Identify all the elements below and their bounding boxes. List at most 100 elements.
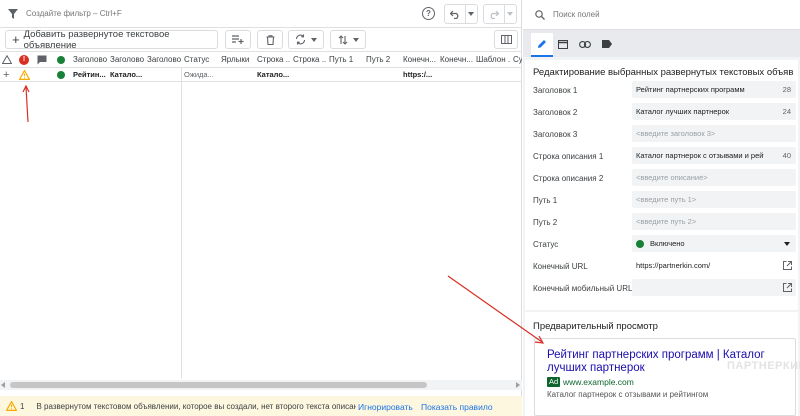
path-1-field[interactable]: <введите путь 1> — [632, 191, 796, 208]
annotation-arrow-up — [22, 84, 30, 123]
chevron-down-icon — [468, 12, 475, 16]
scroll-right-icon[interactable] — [516, 382, 520, 388]
path-1-placeholder: <введите путь 1> — [636, 195, 697, 204]
header-labels[interactable]: Ярлыки — [218, 52, 254, 67]
filter-input[interactable] — [26, 9, 406, 18]
browser-icon — [558, 39, 568, 49]
error-icon: ! — [19, 54, 29, 65]
headline-2-field[interactable]: Каталог лучших партнерок 24 — [632, 103, 796, 120]
header-description-1[interactable]: Строка ... — [254, 52, 290, 67]
scroll-left-icon[interactable] — [1, 382, 5, 388]
redo-menu-button[interactable] — [505, 5, 516, 23]
trash-icon — [266, 34, 274, 45]
undo-button[interactable] — [445, 5, 465, 23]
header-final-mobile-url[interactable]: Конечн... — [437, 52, 473, 67]
replace-button[interactable] — [288, 30, 324, 49]
field-label: Строка описания 2 — [533, 174, 604, 183]
help-button[interactable]: ? — [422, 7, 435, 20]
comment-icon — [37, 55, 47, 64]
grid-header: ! Заголовок 1 Заголовок 2 Заголовок 3 Ст… — [0, 52, 522, 68]
comment-column-header[interactable] — [34, 52, 54, 67]
cell-final-url[interactable]: https:/... — [400, 68, 437, 81]
final-url-field[interactable]: https://partnerkin.com/ — [632, 257, 796, 274]
label-icon — [602, 40, 612, 48]
description-2-placeholder: <введите описание> — [636, 173, 708, 182]
undo-menu-button[interactable] — [466, 5, 477, 23]
sort-button[interactable] — [330, 30, 366, 49]
scrollbar-thumb[interactable] — [10, 382, 427, 388]
replace-icon — [295, 34, 306, 45]
header-suffix[interactable]: Суф — [510, 52, 522, 67]
add-expanded-text-ad-button[interactable]: + Добавить развернутое текстовое объявле… — [5, 29, 218, 51]
field-search-input[interactable] — [553, 10, 773, 19]
status-value: Включено — [650, 239, 685, 248]
playlist-add-button[interactable] — [225, 30, 251, 49]
redo-icon — [490, 10, 499, 19]
header-status[interactable]: Статус — [181, 52, 218, 67]
header-path-1[interactable]: Путь 1 — [326, 52, 363, 67]
grid-toolbar: + Добавить развернутое текстовое объявле… — [0, 28, 522, 52]
header-description-2[interactable]: Строка ... — [290, 52, 326, 67]
open-in-new-icon[interactable] — [783, 283, 792, 292]
warning-message: В развернутом текстовом объявлении, кото… — [36, 401, 357, 411]
ad-preview-card: Рейтинг партнерских программ | Каталог л… — [534, 338, 796, 416]
headline-2-value: Каталог лучших партнерок — [636, 107, 730, 116]
undo-icon — [449, 10, 459, 19]
filter-icon[interactable] — [8, 8, 18, 19]
cell-headline-1[interactable]: Рейтин... — [70, 68, 107, 81]
char-count: 24 — [782, 107, 791, 116]
status-dot-icon — [636, 239, 644, 248]
chevron-down-icon — [507, 12, 514, 16]
cell-status[interactable]: Ожида... — [181, 68, 218, 81]
tab-labels[interactable] — [597, 34, 617, 54]
grid-pane: ? + Добавить развернутое текстовое объяв… — [0, 0, 522, 416]
show-rule-link[interactable]: Показать правило — [421, 402, 493, 412]
chevron-down-icon — [784, 242, 790, 246]
redo-button[interactable] — [484, 5, 504, 23]
undo-group — [444, 4, 478, 24]
header-headline-3[interactable]: Заголовок 3 — [144, 52, 181, 67]
field-label: Заголовок 2 — [533, 108, 578, 117]
cell-description-1[interactable]: Катало... — [254, 68, 290, 81]
preview-title: Предварительный просмотр — [533, 321, 658, 332]
mobile-url-field[interactable] — [632, 279, 796, 296]
chevron-down-icon — [311, 37, 317, 42]
ignore-link[interactable]: Игнорировать — [358, 402, 413, 412]
header-headline-2[interactable]: Заголовок 2 — [107, 52, 144, 67]
columns-button[interactable] — [494, 30, 518, 49]
tab-preview[interactable] — [553, 34, 573, 54]
ad-description: Каталог партнерок с отзывами и рейтингом — [547, 390, 709, 399]
add-row-icon[interactable]: + — [0, 68, 16, 81]
row-status-cell — [54, 68, 70, 81]
header-path-2[interactable]: Путь 2 — [363, 52, 400, 67]
warning-cell[interactable] — [16, 68, 34, 81]
tab-edit[interactable] — [531, 33, 553, 57]
description-1-field[interactable]: Каталог партнерок с отзывами и рейти 40 — [632, 147, 796, 164]
question-circle-icon: ? — [426, 9, 431, 18]
table-row[interactable]: + Рейтин... Катало... Ожида... Катало...… — [0, 68, 522, 82]
path-2-field[interactable]: <введите путь 2> — [632, 213, 796, 230]
frozen-column-divider — [181, 68, 182, 378]
status-select[interactable]: Включено — [632, 235, 796, 252]
description-2-field[interactable]: <введите описание> — [632, 169, 796, 186]
sort-icon — [338, 34, 347, 45]
columns-icon — [500, 35, 512, 44]
tab-links[interactable] — [575, 34, 595, 54]
cell-headline-2[interactable]: Катало... — [107, 68, 144, 81]
open-in-new-icon[interactable] — [783, 261, 792, 270]
status-column-header[interactable] — [54, 52, 70, 67]
header-tracking-template[interactable]: Шаблон ... — [473, 52, 510, 67]
error-column-header[interactable]: ! — [16, 52, 34, 67]
headline-3-placeholder: <введите заголовок 3> — [636, 129, 716, 138]
field-label: Строка описания 1 — [533, 152, 604, 161]
headline-3-field[interactable]: <введите заголовок 3> — [632, 125, 796, 142]
warning-icon — [6, 401, 17, 411]
warning-column-header[interactable] — [0, 52, 16, 67]
headline-1-field[interactable]: Рейтинг партнерских программ 28 — [632, 81, 796, 98]
header-headline-1[interactable]: Заголовок 1 — [70, 52, 107, 67]
delete-button[interactable] — [257, 30, 283, 49]
header-final-url[interactable]: Конечн... — [400, 52, 437, 67]
field-label: Заголовок 3 — [533, 130, 578, 139]
edit-icon — [538, 40, 546, 48]
horizontal-scrollbar[interactable] — [0, 380, 522, 390]
